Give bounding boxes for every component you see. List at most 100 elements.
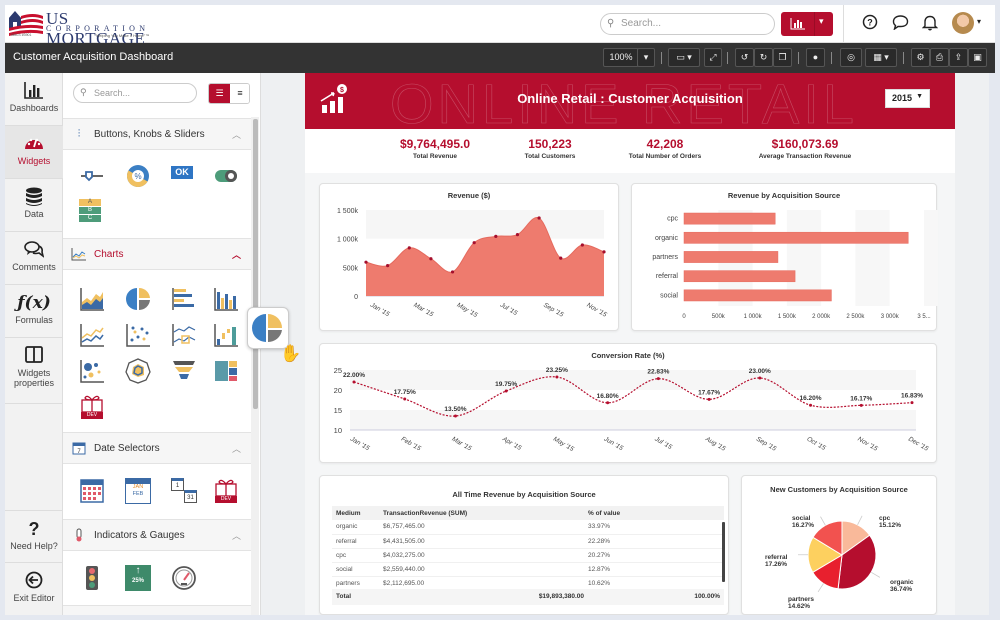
rail-item-need-help[interactable]: ? Need Help? — [5, 510, 63, 563]
undo-icon: ↺ — [740, 52, 749, 62]
new-customers-pie-card[interactable]: New Customers by Acquisition Source cpc 1… — [741, 475, 937, 615]
rail-item-exit-editor[interactable]: Exit Editor — [5, 563, 63, 615]
print-button[interactable]: ⎙ — [930, 48, 949, 67]
section-buttons-knobs-sliders[interactable]: ⫶ Buttons, Knobs & Sliders ︿ — [63, 118, 251, 150]
dev-date-widget-icon[interactable]: DEV — [213, 478, 239, 504]
redo-button[interactable]: ↻ — [754, 48, 773, 67]
radar-chart-widget-icon[interactable] — [125, 358, 151, 384]
leader-line — [817, 583, 824, 593]
date-range-widget-icon[interactable]: 1 31 — [171, 478, 197, 504]
kpi-total-orders: 42,208 Total Number of Orders — [610, 137, 720, 160]
waterfall-chart-widget-icon[interactable] — [213, 322, 239, 348]
dragged-pie-widget[interactable] — [247, 307, 289, 349]
save-button[interactable]: ▣ — [968, 48, 987, 67]
visibility-button[interactable]: ◎ — [840, 48, 862, 67]
exit-icon — [5, 571, 63, 591]
widget-panel: ⚲ Search... ☰ ≡ ⫶ Buttons, Knobs & Slide… — [63, 73, 261, 615]
leader-line — [857, 515, 863, 525]
paste-button[interactable]: ❐ — [773, 48, 792, 67]
theme-button[interactable]: ● — [806, 48, 825, 67]
revenue-chart-card[interactable]: Revenue ($) 0 500k 1 000k 1 500k Jan '15 Mar … — [319, 183, 619, 331]
chevron-up-icon[interactable]: ︿ — [232, 529, 241, 542]
rail-item-comments[interactable]: Comments — [5, 232, 63, 285]
conversion-rate-card[interactable]: Conversion Rate (%) 10 15 20 25 22.00% Jan '1… — [319, 343, 937, 463]
help-icon[interactable]: ? — [860, 14, 880, 34]
treemap-chart-widget-icon[interactable] — [213, 358, 239, 384]
cell-pct: 33.97% — [584, 520, 724, 535]
table-row[interactable]: cpc $4,032,275.00 20.27% — [332, 548, 724, 563]
column-chart-widget-icon[interactable] — [213, 286, 239, 312]
table-row[interactable]: social $2,559,440.00 12.87% — [332, 562, 724, 577]
section-charts[interactable]: Charts ︿ — [63, 238, 251, 270]
column-header[interactable]: Medium — [332, 506, 379, 520]
gauge-widget-icon[interactable] — [171, 565, 197, 591]
user-avatar[interactable] — [952, 12, 974, 34]
line-chart-widget-icon[interactable] — [79, 322, 105, 348]
rail-item-dashboards[interactable]: Dashboards — [5, 73, 63, 126]
grid-button[interactable]: ▦ ▾ — [865, 48, 897, 67]
chevron-up-icon[interactable]: ︿ — [232, 442, 241, 455]
revenue-table-card[interactable]: All Time Revenue by Acquisition Source M… — [319, 475, 729, 615]
table-row[interactable]: organic $6,757,465.00 33.97% — [332, 520, 724, 535]
section-indicators-gauges[interactable]: Indicators & Gauges ︿ — [63, 519, 251, 551]
rail-label: Need Help? — [10, 541, 58, 551]
kpi-widget-icon[interactable]: ↑ 25% — [125, 565, 151, 591]
rail-item-widget-properties[interactable]: Widgets properties — [5, 338, 63, 404]
widget-panel-scroll-thumb[interactable] — [253, 119, 258, 409]
chat-icon[interactable] — [890, 14, 910, 34]
bell-icon[interactable] — [920, 14, 940, 34]
year-select[interactable]: 2015 ▼ — [885, 89, 930, 108]
plot-band — [350, 370, 916, 390]
fullscreen-button[interactable]: ⤢ — [704, 48, 722, 67]
pie-chart-widget-icon[interactable] — [125, 286, 151, 312]
undo-button[interactable]: ↺ — [735, 48, 754, 67]
navigator-chart-widget-icon[interactable] — [171, 322, 197, 348]
area-chart-widget-icon[interactable] — [79, 286, 105, 312]
knob-widget-icon[interactable]: % — [125, 163, 151, 189]
dev-chart-widget-icon[interactable]: DEV — [79, 394, 105, 420]
toggle-widget-icon[interactable] — [213, 163, 239, 189]
x-tick-label: Sep '15 — [755, 436, 778, 453]
calendar-widget-icon[interactable] — [79, 478, 105, 504]
section-date-selectors[interactable]: 7 Date Selectors ︿ — [63, 432, 251, 464]
funnel-chart-widget-icon[interactable] — [171, 358, 197, 384]
month-selector-widget-icon[interactable]: JAN FEB — [125, 478, 151, 504]
table-row[interactable]: partners $2,112,695.00 10.62% — [332, 576, 724, 591]
button-widget-icon[interactable]: OK — [171, 166, 193, 179]
upload-button[interactable]: ⇪ — [949, 48, 968, 67]
list-widget-icon[interactable]: A B C — [79, 199, 101, 225]
device-preview-button[interactable]: ▭ ▾ — [668, 48, 700, 67]
revenue-by-source-card[interactable]: Revenue by Acquisition Source cpc organic… — [631, 183, 938, 331]
widget-search-input[interactable]: ⚲ Search... — [73, 83, 197, 103]
data-label: 16.20% — [800, 395, 822, 402]
chevron-up-icon[interactable]: ︿ — [232, 248, 241, 261]
global-search-input[interactable]: ⚲ Search... — [600, 13, 775, 35]
scatter-chart-widget-icon[interactable] — [125, 322, 151, 348]
traffic-light-widget-icon[interactable] — [79, 565, 105, 591]
table-row[interactable]: referral $4,431,505.00 22.28% — [332, 534, 724, 549]
data-point — [504, 389, 508, 393]
table-scrollbar[interactable] — [722, 522, 725, 582]
company-logo[interactable]: US MORTGAGE CORPORATION "Helping You Mak… — [9, 8, 169, 48]
rail-item-formulas[interactable]: ƒ(x) Formulas — [5, 285, 63, 338]
list-view-button[interactable]: ≡ — [230, 84, 249, 103]
chevron-down-icon[interactable]: ▾ — [977, 17, 981, 26]
canvas-scrollbar[interactable] — [989, 73, 995, 615]
x-tick-label: 2 500k — [846, 314, 865, 320]
kpi-value: 42,208 — [646, 137, 684, 151]
slider-widget-icon[interactable] — [79, 163, 105, 189]
chart-menu-button[interactable]: ▾ — [781, 12, 833, 36]
chevron-up-icon[interactable]: ︿ — [232, 128, 241, 141]
settings-button[interactable]: ⚙ — [911, 48, 930, 67]
rail-item-data[interactable]: Data — [5, 179, 63, 232]
bubble-chart-widget-icon[interactable] — [79, 358, 105, 384]
card-view-button[interactable]: ☰ — [209, 84, 230, 103]
zoom-level[interactable]: 100% — [603, 48, 639, 67]
section-more[interactable] — [63, 605, 251, 615]
rail-item-widgets[interactable]: Widgets — [5, 126, 63, 179]
column-header[interactable]: TransactionRevenue (SUM) — [379, 506, 584, 520]
bar-chart-widget-icon[interactable] — [171, 286, 197, 312]
column-header[interactable]: % of value — [584, 506, 724, 520]
zoom-dropdown[interactable]: ▾ — [637, 48, 655, 67]
chevron-down-icon[interactable]: ▾ — [819, 16, 824, 27]
